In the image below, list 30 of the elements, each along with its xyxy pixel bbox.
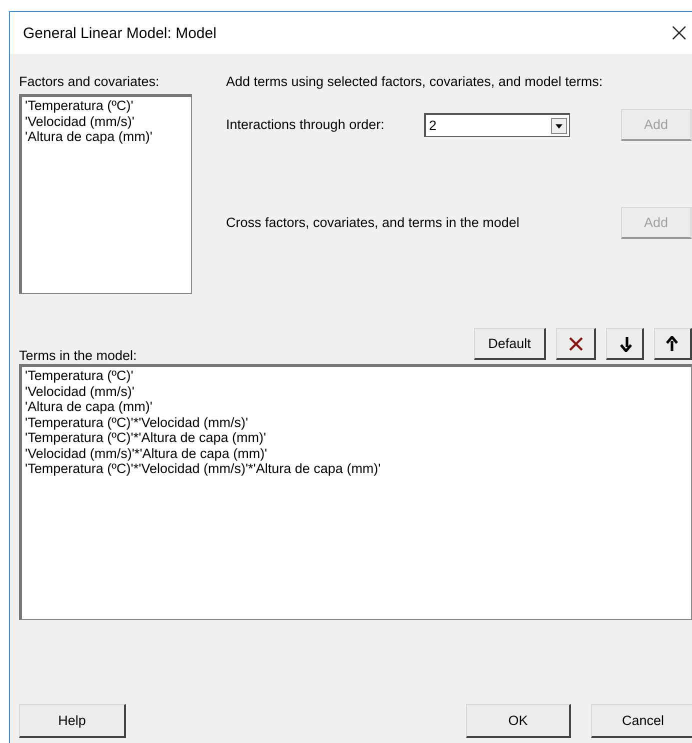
term-item[interactable]: 'Temperatura (ºC)'*'Altura de capa (mm)' xyxy=(25,430,688,446)
add-terms-heading: Add terms using selected factors, covariates, and model terms: xyxy=(226,74,604,90)
term-item[interactable]: 'Temperatura (ºC)'*'Velocidad (mm/s)'*'Altura de capa (mm)' xyxy=(25,461,688,476)
order-dropdown[interactable]: 2 xyxy=(424,113,570,137)
up-button[interactable] xyxy=(654,328,692,360)
cancel-button[interactable]: Cancel xyxy=(591,704,692,738)
term-item[interactable]: 'Temperatura (ºC)' xyxy=(25,368,688,384)
delete-button[interactable] xyxy=(556,328,596,360)
term-item[interactable]: 'Altura de capa (mm)' xyxy=(25,399,688,414)
arrow-down-icon xyxy=(618,336,632,352)
factor-item[interactable]: 'Velocidad (mm/s)' xyxy=(25,114,188,129)
factor-item[interactable]: 'Temperatura (ºC)' xyxy=(25,98,188,114)
close-button[interactable]: × xyxy=(668,20,690,46)
window-title: General Linear Model: Model xyxy=(23,24,216,42)
terms-list[interactable] xyxy=(19,364,692,620)
terms-label: Terms in the model: xyxy=(19,348,137,364)
factor-item[interactable]: 'Altura de capa (mm)' xyxy=(25,129,188,144)
cross-label: Cross factors, covariates, and terms in the model xyxy=(226,215,520,231)
default-button[interactable]: Default xyxy=(474,328,546,360)
interactions-label: Interactions through order: xyxy=(226,117,386,133)
help-button[interactable]: Help xyxy=(19,704,126,738)
term-item[interactable]: 'Temperatura (ºC)'*'Velocidad (mm/s)' xyxy=(25,414,688,430)
term-item[interactable]: 'Velocidad (mm/s)'*'Altura de capa (mm)' xyxy=(25,446,688,461)
factors-list[interactable]: 'Temperatura (ºC)' 'Velocidad (mm/s)' 'Altura de capa (mm)' xyxy=(19,94,192,294)
arrow-up-icon xyxy=(666,336,680,352)
delete-icon xyxy=(568,336,584,352)
term-item[interactable]: 'Velocidad (mm/s)' xyxy=(25,384,688,399)
ok-button[interactable]: OK xyxy=(466,704,571,738)
down-button[interactable] xyxy=(606,328,644,360)
factors-label: Factors and covariates: xyxy=(19,74,160,90)
